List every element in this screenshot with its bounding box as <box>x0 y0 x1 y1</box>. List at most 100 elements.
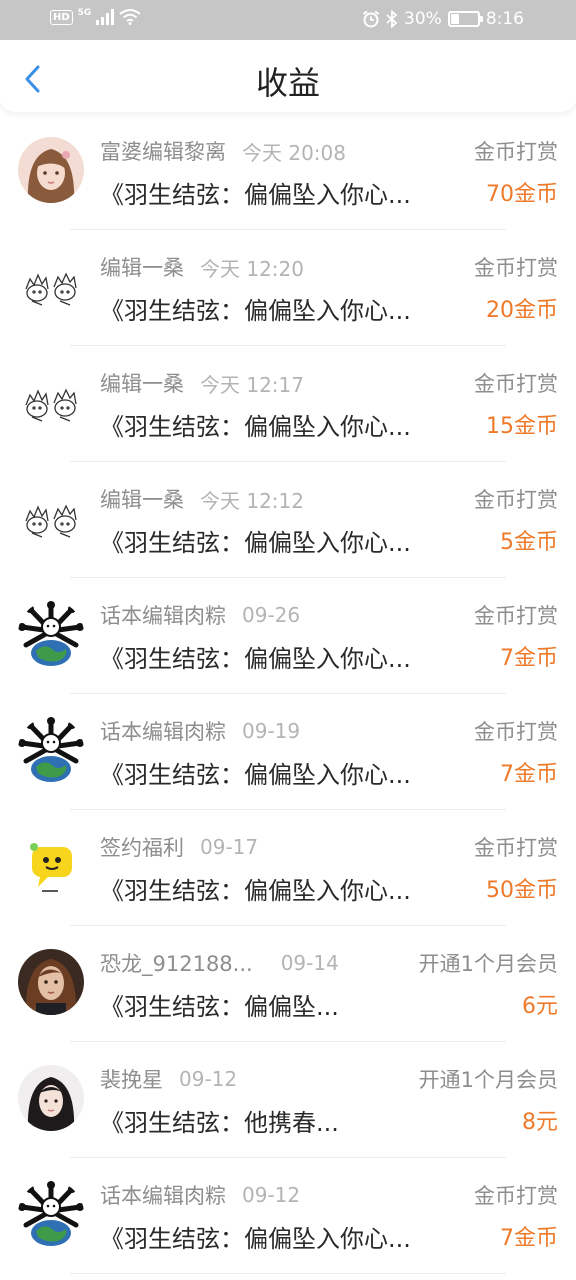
row-meta: 签约福利 09-17 金币打赏 <box>100 832 558 862</box>
user-name: 编辑一桑 <box>100 372 184 396</box>
row-detail: 《羽生结弦：偏偏坠入你心... 7金币 <box>100 1218 558 1254</box>
avatar-image <box>18 1065 84 1131</box>
bluetooth-icon <box>386 10 398 28</box>
work-title: 《羽生结弦：偏偏坠入你心... <box>100 180 411 209</box>
row-meta: 编辑一桑 今天 12:20 金币打赏 <box>100 252 558 282</box>
avatar-image <box>18 949 84 1015</box>
row-meta: 富婆编辑黎离 今天 20:08 金币打赏 <box>100 136 558 166</box>
avatar[interactable] <box>18 485 84 551</box>
earning-type: 金币打赏 <box>474 836 558 860</box>
earnings-list: 富婆编辑黎离 今天 20:08 金币打赏 《羽生结弦：偏偏坠入你心... 70金… <box>0 114 576 1274</box>
row-detail: 《羽生结弦：偏偏坠入你心... 15金币 <box>100 406 558 442</box>
user-name: 话本编辑肉粽 <box>100 1184 226 1208</box>
row-detail: 《羽生结弦：偏偏坠入你心... 7金币 <box>100 638 558 674</box>
earning-type: 开通1个月会员 <box>418 952 558 976</box>
work-title: 《羽生结弦：偏偏坠入你心... <box>100 528 411 557</box>
earnings-row[interactable]: 裴挽星 09-12 开通1个月会员 《羽生结弦：他携春... 8元 <box>0 1042 576 1158</box>
timestamp: 09-17 <box>200 835 259 859</box>
earning-type: 金币打赏 <box>474 1184 558 1208</box>
earning-type: 金币打赏 <box>474 372 558 396</box>
amount: 7金币 <box>500 646 558 671</box>
avatar[interactable] <box>18 833 84 899</box>
timestamp: 今天 12:20 <box>200 256 304 281</box>
earning-type: 金币打赏 <box>474 256 558 280</box>
work-title: 《羽生结弦：偏偏坠入你心... <box>100 760 411 789</box>
timestamp: 09-12 <box>179 1067 238 1091</box>
earning-type: 金币打赏 <box>474 140 558 164</box>
status-bar: HD 5G 30% 8:16 <box>0 0 576 40</box>
avatar[interactable] <box>18 1065 84 1131</box>
work-title: 《羽生结弦：偏偏坠入你心... <box>100 412 411 441</box>
earnings-row[interactable]: 编辑一桑 今天 12:17 金币打赏 《羽生结弦：偏偏坠入你心... 15金币 <box>0 346 576 462</box>
avatar[interactable] <box>18 369 84 435</box>
row-detail: 《羽生结弦：偏偏坠入你心... 50金币 <box>100 870 558 906</box>
avatar[interactable] <box>18 1181 84 1247</box>
earning-type: 金币打赏 <box>474 720 558 744</box>
avatar-image <box>18 601 84 667</box>
earning-type: 金币打赏 <box>474 604 558 628</box>
timestamp: 今天 12:12 <box>200 488 304 513</box>
avatar[interactable] <box>18 137 84 203</box>
timestamp: 09-12 <box>242 1183 301 1207</box>
status-left: HD 5G <box>50 7 141 25</box>
work-title: 《羽生结弦：偏偏坠入你心... <box>100 296 411 325</box>
earnings-row[interactable]: 编辑一桑 今天 12:12 金币打赏 《羽生结弦：偏偏坠入你心... 5金币 <box>0 462 576 578</box>
earnings-row[interactable]: 话本编辑肉粽 09-19 金币打赏 《羽生结弦：偏偏坠入你心... 7金币 <box>0 694 576 810</box>
work-title: 《羽生结弦：偏偏坠入你心... <box>100 876 411 905</box>
battery-icon <box>447 11 483 27</box>
row-meta: 裴挽星 09-12 开通1个月会员 <box>100 1064 558 1094</box>
row-meta: 编辑一桑 今天 12:12 金币打赏 <box>100 484 558 514</box>
earnings-row[interactable]: 话本编辑肉粽 09-26 金币打赏 《羽生结弦：偏偏坠入你心... 7金币 <box>0 578 576 694</box>
avatar[interactable] <box>18 949 84 1015</box>
amount: 7金币 <box>500 1226 558 1251</box>
avatar-image <box>18 253 84 319</box>
user-name: 话本编辑肉粽 <box>100 604 226 628</box>
alarm-icon <box>362 10 380 28</box>
amount: 20金币 <box>486 298 558 323</box>
status-right: 30% 8:16 <box>362 9 524 29</box>
amount: 7金币 <box>500 762 558 787</box>
work-title: 《羽生结弦：偏偏坠... <box>100 992 339 1021</box>
amount: 8元 <box>522 1110 558 1135</box>
amount: 5金币 <box>500 530 558 555</box>
signal-icon <box>96 9 115 25</box>
work-title: 《羽生结弦：偏偏坠入你心... <box>100 1224 411 1253</box>
row-detail: 《羽生结弦：偏偏坠... 6元 <box>100 986 558 1022</box>
avatar-image <box>18 833 84 899</box>
earnings-row[interactable]: 签约福利 09-17 金币打赏 《羽生结弦：偏偏坠入你心... 50金币 <box>0 810 576 926</box>
avatar[interactable] <box>18 717 84 783</box>
row-detail: 《羽生结弦：他携春... 8元 <box>100 1102 558 1138</box>
row-meta: 话本编辑肉粽 09-12 金币打赏 <box>100 1180 558 1210</box>
earnings-row[interactable]: 话本编辑肉粽 09-12 金币打赏 《羽生结弦：偏偏坠入你心... 7金币 <box>0 1158 576 1274</box>
hd-badge: HD <box>50 9 73 25</box>
amount: 70金币 <box>486 182 558 207</box>
battery-level <box>450 14 460 24</box>
amount: 50金币 <box>486 878 558 903</box>
earning-type: 开通1个月会员 <box>418 1068 558 1092</box>
work-title: 《羽生结弦：偏偏坠入你心... <box>100 644 411 673</box>
network-type: 5G <box>77 7 92 18</box>
avatar-image <box>18 717 84 783</box>
app-header: 收益 <box>0 40 576 112</box>
avatar-image <box>18 369 84 435</box>
earnings-row[interactable]: 恐龙_912188... 09-14 开通1个月会员 《羽生结弦：偏偏坠... … <box>0 926 576 1042</box>
user-name: 编辑一桑 <box>100 256 184 280</box>
page-title: 收益 <box>255 64 320 102</box>
timestamp: 09-26 <box>242 603 301 627</box>
row-detail: 《羽生结弦：偏偏坠入你心... 7金币 <box>100 754 558 790</box>
work-title: 《羽生结弦：他携春... <box>100 1108 339 1137</box>
avatar[interactable] <box>18 601 84 667</box>
row-detail: 《羽生结弦：偏偏坠入你心... 20金币 <box>100 290 558 326</box>
wifi-icon <box>119 9 141 25</box>
earnings-row[interactable]: 富婆编辑黎离 今天 20:08 金币打赏 《羽生结弦：偏偏坠入你心... 70金… <box>0 114 576 230</box>
amount: 6元 <box>522 994 558 1019</box>
user-name: 富婆编辑黎离 <box>100 140 226 164</box>
row-detail: 《羽生结弦：偏偏坠入你心... 5金币 <box>100 522 558 558</box>
user-name: 裴挽星 <box>100 1068 163 1092</box>
avatar[interactable] <box>18 253 84 319</box>
battery-percent: 30% <box>404 9 442 29</box>
user-name: 恐龙_912188... <box>100 952 253 976</box>
avatar-image <box>18 485 84 551</box>
earnings-row[interactable]: 编辑一桑 今天 12:20 金币打赏 《羽生结弦：偏偏坠入你心... 20金币 <box>0 230 576 346</box>
avatar-image <box>18 137 84 203</box>
